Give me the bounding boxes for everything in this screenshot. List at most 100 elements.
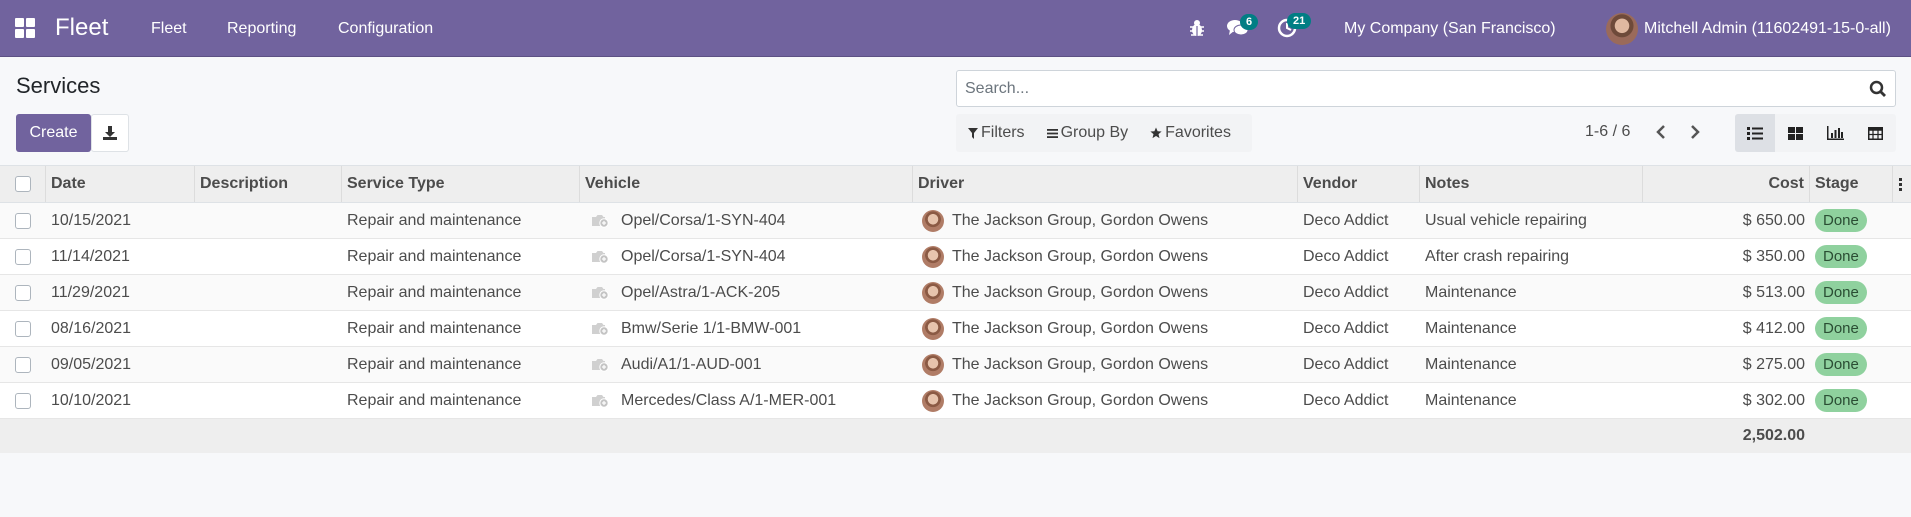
graph-view-button[interactable] (1815, 114, 1855, 152)
search-icon[interactable] (1869, 80, 1887, 98)
cell-driver: The Jackson Group, Gordon Owens (913, 203, 1298, 238)
table-row[interactable]: 11/29/2021 Repair and maintenance Opel/A… (0, 275, 1911, 311)
status-badge: Done (1815, 317, 1867, 340)
cell-vehicle: Opel/Corsa/1-SYN-404 (580, 203, 913, 238)
cell-cost: $ 275.00 (1742, 355, 1805, 373)
cell-service-type: Repair and maintenance (347, 319, 522, 337)
pager-next[interactable] (1686, 122, 1704, 142)
table-row[interactable]: 11/14/2021 Repair and maintenance Opel/C… (0, 239, 1911, 275)
cell-cost: $ 350.00 (1742, 247, 1805, 265)
cell-vendor: Deco Addict (1303, 355, 1389, 373)
view-switcher (1735, 114, 1896, 152)
group-by-dropdown[interactable]: Group By (1046, 124, 1128, 142)
vehicle-image-icon (592, 215, 609, 228)
bug-icon[interactable] (1189, 19, 1205, 42)
cell-vehicle: Bmw/Serie 1/1-BMW-001 (580, 311, 913, 346)
user-menu[interactable]: Mitchell Admin (11602491-15-0-all) (1606, 13, 1891, 45)
ellipsis-vertical-icon (1899, 177, 1902, 191)
cell-service-type: Repair and maintenance (347, 283, 522, 301)
driver-name: The Jackson Group, Gordon Owens (952, 391, 1209, 409)
column-vendor[interactable]: Vendor (1298, 166, 1420, 202)
table-row[interactable]: 10/10/2021 Repair and maintenance Merced… (0, 383, 1911, 419)
cell-description (195, 383, 342, 418)
app-brand[interactable]: Fleet (55, 14, 108, 42)
column-description[interactable]: Description (195, 166, 342, 202)
list-icon (1747, 126, 1763, 140)
table-row[interactable]: 08/16/2021 Repair and maintenance Bmw/Se… (0, 311, 1911, 347)
export-button[interactable] (91, 114, 129, 152)
optional-columns-toggle[interactable] (1893, 166, 1911, 202)
menu-fleet[interactable]: Fleet (151, 20, 187, 38)
cell-stage: Done (1810, 383, 1893, 418)
driver-name: The Jackson Group, Gordon Owens (952, 247, 1209, 265)
create-button[interactable]: Create (16, 114, 91, 152)
table-header: Date Description Service Type Vehicle Dr… (0, 165, 1911, 203)
row-select-cell (0, 347, 46, 382)
cell-description (195, 311, 342, 346)
column-cost[interactable]: Cost (1642, 166, 1810, 202)
messages-badge: 6 (1240, 14, 1259, 30)
user-name: Mitchell Admin (11602491-15-0-all) (1644, 20, 1891, 37)
vehicle-image-icon (592, 323, 609, 336)
driver-name: The Jackson Group, Gordon Owens (952, 283, 1209, 301)
vehicle-name: Audi/A1/1-AUD-001 (621, 355, 762, 373)
cell-stage: Done (1810, 311, 1893, 346)
cell-vendor: Deco Addict (1303, 247, 1389, 265)
filter-icon (968, 127, 978, 139)
row-checkbox[interactable] (15, 284, 31, 301)
vehicle-name: Mercedes/Class A/1-MER-001 (621, 391, 837, 409)
cell-driver: The Jackson Group, Gordon Owens (913, 383, 1298, 418)
search-input[interactable] (957, 71, 1857, 106)
cell-date: 11/14/2021 (51, 247, 130, 265)
column-stage[interactable]: Stage (1810, 166, 1893, 202)
cell-description (195, 275, 342, 310)
list-view-button[interactable] (1735, 114, 1775, 152)
cell-cost: $ 412.00 (1742, 319, 1805, 337)
table-row[interactable]: 10/15/2021 Repair and maintenance Opel/C… (0, 203, 1911, 239)
cell-driver: The Jackson Group, Gordon Owens (913, 275, 1298, 310)
row-checkbox[interactable] (15, 212, 31, 229)
cell-service-type: Repair and maintenance (347, 247, 522, 265)
cell-stage: Done (1810, 239, 1893, 274)
row-checkbox[interactable] (15, 356, 31, 373)
cell-vendor: Deco Addict (1303, 211, 1389, 229)
kanban-view-button[interactable] (1775, 114, 1815, 152)
vehicle-name: Bmw/Serie 1/1-BMW-001 (621, 319, 802, 337)
pager-previous[interactable] (1652, 122, 1670, 142)
column-vehicle[interactable]: Vehicle (580, 166, 913, 202)
row-checkbox[interactable] (15, 320, 31, 337)
services-list: Date Description Service Type Vehicle Dr… (0, 165, 1911, 453)
cell-stage: Done (1810, 347, 1893, 382)
table-row[interactable]: 09/05/2021 Repair and maintenance Audi/A… (0, 347, 1911, 383)
row-checkbox[interactable] (15, 392, 31, 409)
driver-avatar (922, 245, 944, 268)
driver-name: The Jackson Group, Gordon Owens (952, 211, 1209, 229)
menu-reporting[interactable]: Reporting (227, 20, 296, 38)
kanban-icon (1787, 126, 1803, 140)
company-switcher[interactable]: My Company (San Francisco) (1344, 20, 1556, 38)
cell-vendor: Deco Addict (1303, 283, 1389, 301)
apps-menu-icon[interactable] (15, 18, 35, 38)
pivot-view-button[interactable] (1855, 114, 1895, 152)
column-service-type[interactable]: Service Type (342, 166, 580, 202)
menu-configuration[interactable]: Configuration (338, 20, 433, 38)
table-footer: 2,502.00 (0, 419, 1911, 453)
cell-cost: $ 513.00 (1742, 283, 1805, 301)
column-date[interactable]: Date (46, 166, 195, 202)
driver-name: The Jackson Group, Gordon Owens (952, 355, 1209, 373)
cell-vendor: Deco Addict (1303, 319, 1389, 337)
cell-stage: Done (1810, 275, 1893, 310)
select-all-checkbox[interactable] (15, 176, 31, 192)
pager-value[interactable]: 1-6 / 6 (1585, 123, 1630, 141)
cell-date: 10/10/2021 (51, 391, 132, 409)
row-checkbox[interactable] (15, 248, 31, 265)
cell-date: 11/29/2021 (51, 283, 130, 301)
cell-date: 08/16/2021 (51, 319, 132, 337)
favorites-dropdown[interactable]: Favorites (1150, 124, 1231, 142)
filters-dropdown[interactable]: Filters (968, 124, 1025, 142)
chevron-right-icon (1691, 125, 1700, 139)
status-badge: Done (1815, 209, 1867, 232)
column-notes[interactable]: Notes (1420, 166, 1642, 202)
column-driver[interactable]: Driver (913, 166, 1298, 202)
vehicle-image-icon (592, 395, 609, 408)
